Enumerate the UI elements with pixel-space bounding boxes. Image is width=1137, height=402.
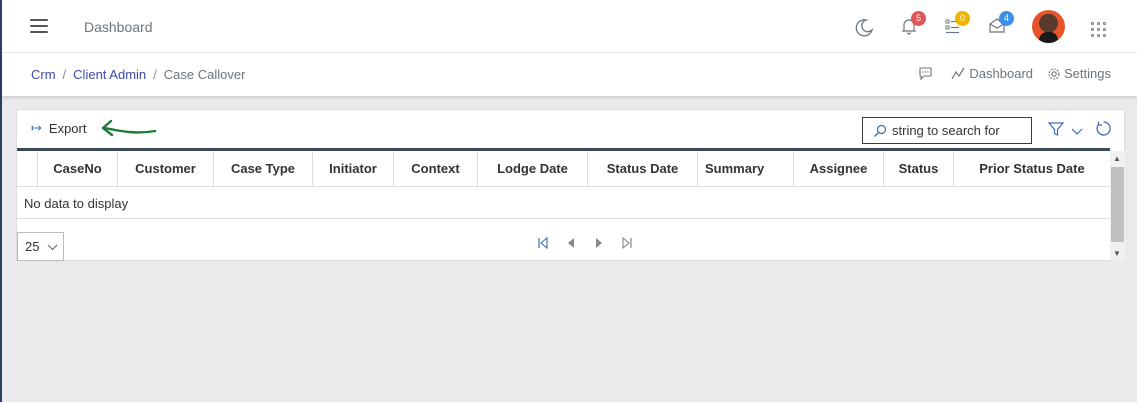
column-header-summary[interactable]: Summary [698,151,794,186]
column-header-lodge-date[interactable]: Lodge Date [478,151,588,186]
export-button[interactable]: ↦ Export [31,120,86,136]
column-header-case-type[interactable]: Case Type [214,151,313,186]
column-header-caseno[interactable]: CaseNo [38,151,118,186]
settings-link[interactable]: Settings [1047,66,1111,81]
messages-badge: 4 [999,11,1014,26]
scrollbar-thumb[interactable] [1111,167,1124,242]
annotation-arrow [101,119,157,137]
moon-icon[interactable] [855,17,877,39]
last-page-icon[interactable] [621,237,633,249]
prev-page-icon[interactable] [565,237,577,249]
data-grid: CaseNo Customer Case Type Initiator Cont… [17,148,1110,219]
top-bar: Dashboard 5 0 4 [2,0,1137,53]
chat-button[interactable] [918,66,933,81]
notifications-badge: 5 [911,11,926,26]
search-icon [874,124,887,137]
page-title: Dashboard [84,19,153,35]
column-header-customer[interactable]: Customer [118,151,214,186]
column-header-status[interactable]: Status [884,151,954,186]
grid-header-row: CaseNo Customer Case Type Initiator Cont… [17,151,1110,187]
search-input[interactable] [892,123,1022,138]
notifications-button[interactable]: 5 [900,11,926,39]
export-arrow-icon: ↦ [31,120,42,135]
dashboard-link-label: Dashboard [969,66,1034,81]
search-box[interactable] [862,117,1032,144]
tasks-badge: 0 [955,11,970,26]
gear-icon [1048,67,1060,80]
breadcrumb-current: Case Callover [163,67,246,82]
chevron-down-icon [48,244,58,250]
breadcrumb-bar: Crm / Client Admin / Case Callover Dashboard… [2,53,1137,96]
breadcrumb-crm[interactable]: Crm [31,67,56,82]
scroll-down-icon[interactable]: ▼ [1113,249,1121,258]
column-header-assignee[interactable]: Assignee [794,151,884,186]
apps-grid-icon[interactable] [1091,22,1109,40]
scroll-up-icon[interactable]: ▲ [1113,154,1121,163]
refresh-icon[interactable] [1095,120,1112,142]
page-size-value: 25 [25,239,40,254]
page-actions: Dashboard Settings [918,66,1111,81]
messages-button[interactable]: 4 [988,11,1014,39]
column-header-status-date[interactable]: Status Date [588,151,698,186]
filter-icon[interactable] [1047,121,1065,142]
first-page-icon[interactable] [537,237,549,249]
grid-panel: ↦ Export CaseNo Customer Case Type Initi… [16,109,1125,261]
menu-icon[interactable] [30,19,48,33]
page-size-select[interactable]: 25 [17,232,64,261]
pager-navigation [537,237,633,249]
row-indicator-column [17,151,38,186]
settings-link-label: Settings [1064,66,1111,81]
column-header-initiator[interactable]: Initiator [313,151,394,186]
next-page-icon[interactable] [593,237,605,249]
grid-toolbar: ↦ Export [17,110,1124,148]
chart-line-icon [951,67,965,80]
column-header-context[interactable]: Context [394,151,478,186]
breadcrumb: Crm / Client Admin / Case Callover [31,67,246,82]
vertical-scrollbar[interactable]: ▲ ▼ [1110,151,1125,261]
avatar[interactable] [1032,10,1065,43]
column-header-prior-status-date[interactable]: Prior Status Date [954,151,1110,186]
tasks-button[interactable]: 0 [944,11,970,39]
chat-icon [919,67,932,81]
empty-grid-message: No data to display [17,187,1110,219]
chevron-down-icon[interactable] [1071,123,1083,141]
export-label: Export [48,120,87,136]
dashboard-link[interactable]: Dashboard [951,66,1033,81]
breadcrumb-client-admin[interactable]: Client Admin [73,67,146,82]
